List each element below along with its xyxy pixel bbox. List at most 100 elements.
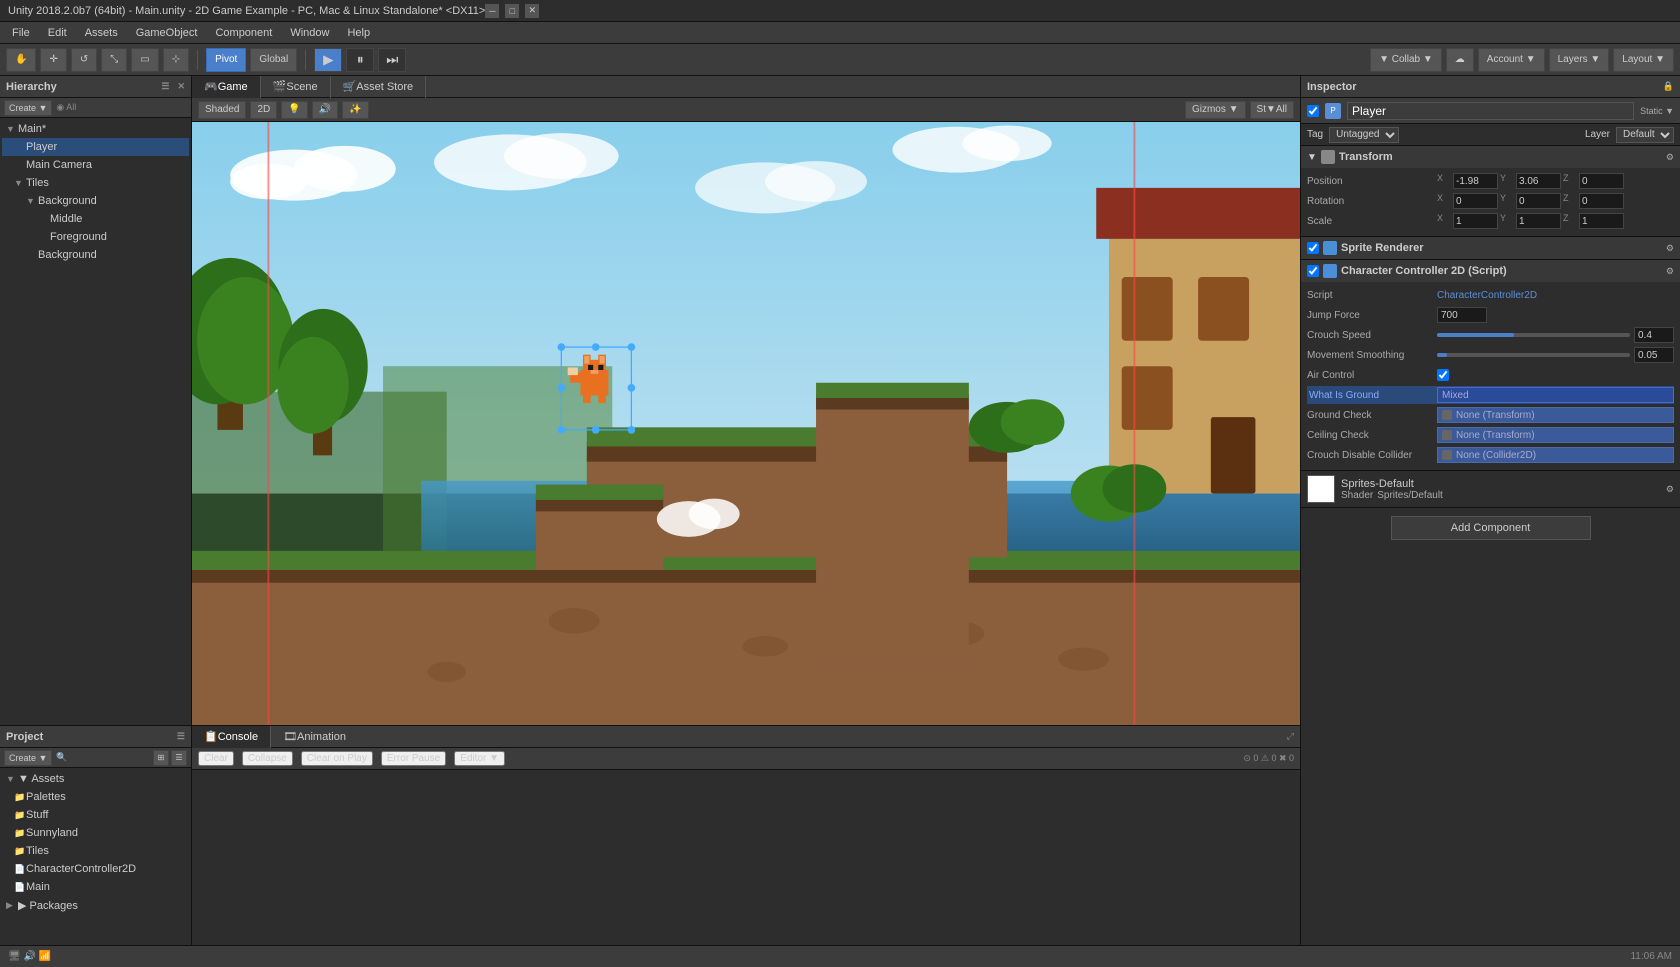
static-label[interactable]: Static ▼ [1640, 106, 1674, 116]
rot-y-input[interactable] [1516, 193, 1561, 209]
rot-z-input[interactable] [1579, 193, 1624, 209]
account-button[interactable]: Account ▼ [1478, 48, 1545, 72]
step-button[interactable]: ⏭ [378, 48, 406, 72]
cloud-button[interactable]: ☁ [1446, 48, 1474, 72]
project-list-btn[interactable]: ☰ [171, 750, 187, 766]
transform-menu-icon[interactable]: ⚙ [1666, 152, 1674, 163]
menu-edit[interactable]: Edit [40, 25, 75, 41]
project-packages-item[interactable]: ▶ ▶ Packages [2, 896, 189, 914]
sprite-renderer-checkbox[interactable] [1307, 242, 1319, 254]
layer-select[interactable]: Default [1616, 127, 1674, 143]
tab-asset-store[interactable]: 🛒 Asset Store [331, 76, 427, 98]
hierarchy-item-background2[interactable]: Background [2, 246, 189, 264]
layers-button[interactable]: Layers ▼ [1549, 48, 1610, 72]
crouchspeed-slider[interactable] [1437, 333, 1630, 337]
error-pause-button[interactable]: Error Pause [381, 751, 446, 766]
minimize-button[interactable]: ─ [485, 4, 499, 18]
scale-tool[interactable]: ⤡ [101, 48, 127, 72]
clear-button[interactable]: Clear [198, 751, 234, 766]
scale-z-input[interactable] [1579, 213, 1624, 229]
hand-tool[interactable]: ✋ [6, 48, 36, 72]
scale-y-input[interactable] [1516, 213, 1561, 229]
ceilingcheck-value[interactable]: None (Transform) [1456, 430, 1535, 441]
project-item-stuff[interactable]: 📁 Stuff [2, 806, 189, 824]
menu-file[interactable]: File [4, 25, 38, 41]
transform-header[interactable]: ▼ Transform ⚙ [1301, 146, 1680, 168]
smoothing-input[interactable] [1634, 347, 1674, 363]
hierarchy-item-tiles[interactable]: ▼ Tiles [2, 174, 189, 192]
project-assets-item[interactable]: ▼ ▼ Assets [2, 770, 189, 788]
clear-on-play-button[interactable]: Clear on Play [301, 751, 373, 766]
menu-window[interactable]: Window [282, 25, 337, 41]
gizmos-button[interactable]: Gizmos ▼ [1185, 101, 1246, 119]
rotate-tool[interactable]: ↺ [71, 48, 97, 72]
lights-button[interactable]: 💡 [281, 101, 307, 119]
hierarchy-item-middle[interactable]: Middle [2, 210, 189, 228]
rot-x-input[interactable] [1453, 193, 1498, 209]
project-icons-btn[interactable]: ⊞ [153, 750, 169, 766]
sprite-renderer-menu[interactable]: ⚙ [1666, 243, 1674, 254]
groundcheck-value[interactable]: None (Transform) [1456, 410, 1535, 421]
tab-game[interactable]: 🎮 Game [192, 76, 261, 98]
scale-x-input[interactable] [1453, 213, 1498, 229]
tab-scene[interactable]: 🎬 Scene [261, 76, 331, 98]
close-button[interactable]: ✕ [525, 4, 539, 18]
script-value[interactable]: CharacterController2D [1437, 290, 1674, 301]
tag-select[interactable]: Untagged [1329, 127, 1399, 143]
pause-button[interactable]: ⏸ [346, 48, 374, 72]
hierarchy-create-btn[interactable]: Create ▼ [4, 100, 52, 116]
smoothing-slider[interactable] [1437, 353, 1630, 357]
layout-button[interactable]: Layout ▼ [1613, 48, 1674, 72]
editor-dropdown-button[interactable]: Editor ▼ [454, 751, 505, 766]
menu-assets[interactable]: Assets [77, 25, 126, 41]
maximize-button[interactable]: □ [505, 4, 519, 18]
obj-name-input[interactable] [1347, 102, 1634, 120]
project-item-main[interactable]: 📄 Main [2, 878, 189, 896]
hierarchy-item-main[interactable]: ▼ Main* [2, 120, 189, 138]
play-button[interactable]: ▶ [314, 48, 342, 72]
multi-tool[interactable]: ⊹ [163, 48, 189, 72]
hierarchy-item-player[interactable]: Player [2, 138, 189, 156]
character-controller-component: Character Controller 2D (Script) ⚙ Scrip… [1301, 260, 1680, 471]
position-xyz: X Y Z [1437, 173, 1624, 189]
crouchdisable-value[interactable]: None (Collider2D) [1456, 450, 1536, 461]
menu-gameobject[interactable]: GameObject [128, 25, 206, 41]
pivot-button[interactable]: Pivot [206, 48, 246, 72]
effects-button[interactable]: ✨ [342, 101, 368, 119]
pos-z-input[interactable] [1579, 173, 1624, 189]
aircontrol-checkbox[interactable] [1437, 369, 1449, 381]
2d-button[interactable]: 2D [250, 101, 277, 119]
cc-header[interactable]: Character Controller 2D (Script) ⚙ [1301, 260, 1680, 282]
rect-tool[interactable]: ▭ [131, 48, 158, 72]
hierarchy-item-maincamera[interactable]: Main Camera [2, 156, 189, 174]
hierarchy-item-foreground[interactable]: Foreground [2, 228, 189, 246]
project-item-sunnyland[interactable]: 📁 Sunnyland [2, 824, 189, 842]
shaded-button[interactable]: Shaded [198, 101, 246, 119]
collapse-button[interactable]: Collapse [242, 751, 293, 766]
cc-checkbox[interactable] [1307, 265, 1319, 277]
project-item-palettes[interactable]: 📁 Palettes [2, 788, 189, 806]
move-tool[interactable]: ✛ [40, 48, 66, 72]
game-view[interactable] [192, 122, 1300, 725]
stats-button[interactable]: St▼All [1250, 101, 1294, 119]
menu-component[interactable]: Component [207, 25, 280, 41]
crouchspeed-input[interactable] [1634, 327, 1674, 343]
tab-animation[interactable]: 🎞 Animation [271, 726, 358, 748]
project-item-charactercontroller[interactable]: 📄 CharacterController2D [2, 860, 189, 878]
tab-console[interactable]: 📋 Console [192, 726, 271, 748]
pos-y-input[interactable] [1516, 173, 1561, 189]
menu-help[interactable]: Help [339, 25, 378, 41]
sprites-settings-icon[interactable]: ⚙ [1666, 484, 1674, 495]
sprite-renderer-header[interactable]: Sprite Renderer ⚙ [1301, 237, 1680, 259]
jumpforce-input[interactable] [1437, 307, 1487, 323]
cc-menu[interactable]: ⚙ [1666, 266, 1674, 277]
global-button[interactable]: Global [250, 48, 297, 72]
project-create-btn[interactable]: Create ▼ [4, 750, 52, 766]
project-item-tiles[interactable]: 📁 Tiles [2, 842, 189, 860]
add-component-button[interactable]: Add Component [1391, 516, 1591, 540]
collab-button[interactable]: ▼ Collab ▼ [1370, 48, 1442, 72]
hierarchy-item-bg[interactable]: ▼ Background [2, 192, 189, 210]
audio-button[interactable]: 🔊 [312, 101, 338, 119]
obj-active-checkbox[interactable] [1307, 105, 1319, 117]
pos-x-input[interactable] [1453, 173, 1498, 189]
